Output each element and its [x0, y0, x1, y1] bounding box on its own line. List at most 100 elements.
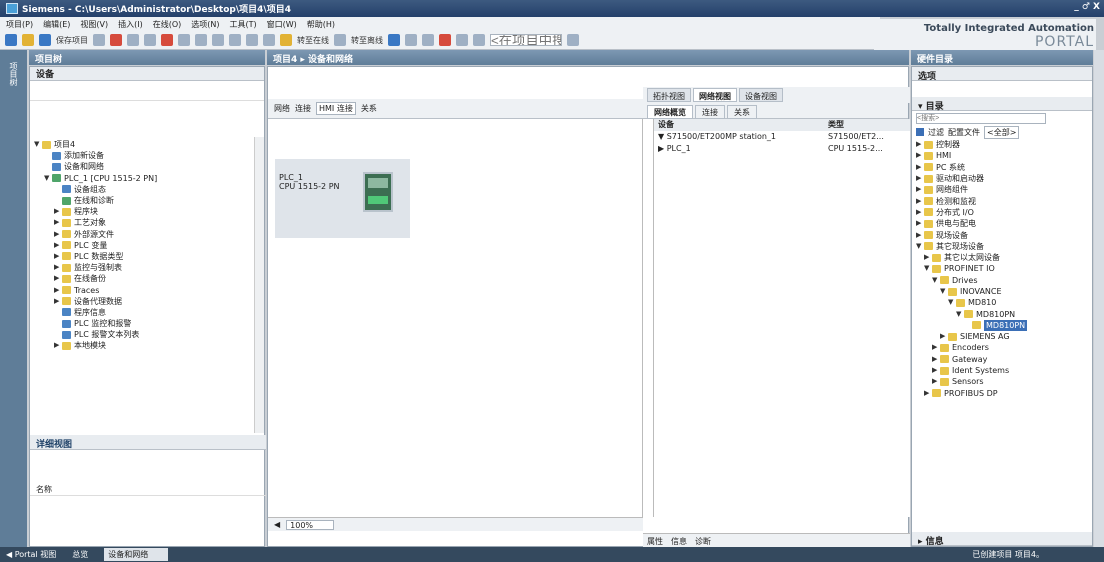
tree-item[interactable]: 设备组态: [30, 184, 254, 195]
catalog-item[interactable]: MD810PN: [912, 319, 1092, 331]
delete-icon[interactable]: [161, 34, 173, 46]
tree-item[interactable]: ▶ 在线备份: [30, 273, 254, 284]
menu-item[interactable]: 窗口(W): [267, 19, 297, 29]
upload-icon[interactable]: [246, 34, 258, 46]
expand-arrow-icon[interactable]: ▶: [916, 173, 924, 184]
expand-arrow-icon[interactable]: ▼: [956, 309, 964, 320]
copy-icon[interactable]: [127, 34, 139, 46]
catalog-item[interactable]: ▼ MD810PN: [912, 308, 1092, 319]
catalog-item[interactable]: ▼ PROFINET IO: [912, 263, 1092, 274]
expand-arrow-icon[interactable]: ▶: [916, 218, 924, 229]
undo-icon[interactable]: [178, 34, 190, 46]
catalog-item[interactable]: ▶ HMI: [912, 150, 1092, 161]
catalog-item[interactable]: ▶ 供电与配电: [912, 218, 1092, 229]
menu-item[interactable]: 在线(O): [153, 19, 182, 29]
expand-arrow-icon[interactable]: ▶: [54, 240, 62, 251]
expand-arrow-icon[interactable]: ▶: [924, 388, 932, 399]
save-icon[interactable]: [39, 34, 51, 46]
project-tree-side-tab[interactable]: 项目树: [0, 50, 27, 547]
expand-arrow-icon[interactable]: ▶: [932, 376, 940, 387]
right-side-tabs[interactable]: [1094, 50, 1104, 547]
catalog-item[interactable]: ▶ PC 系统: [912, 162, 1092, 173]
expand-arrow-icon[interactable]: ▶: [916, 139, 924, 150]
tree-scrollbar[interactable]: [254, 137, 264, 433]
connections-tool-button[interactable]: 连接: [295, 103, 311, 114]
tree-item[interactable]: ▶ PLC 数据类型: [30, 251, 254, 262]
catalog-item[interactable]: ▶ 现场设备: [912, 229, 1092, 240]
expand-arrow-icon[interactable]: ▼: [932, 275, 940, 286]
tree-item[interactable]: 在线和诊断: [30, 195, 254, 206]
accessible-devices-icon[interactable]: [388, 34, 400, 46]
detail-view-header[interactable]: 详细视图: [30, 435, 266, 450]
tree-item[interactable]: ▶ PLC 变量: [30, 240, 254, 251]
go-offline-button[interactable]: 转至离线: [351, 35, 383, 46]
menu-item[interactable]: 视图(V): [80, 19, 108, 29]
plc-device-box[interactable]: PLC_1 CPU 1515-2 PN: [275, 159, 410, 238]
cross-reference-icon[interactable]: [405, 34, 417, 46]
tree-item[interactable]: PLC 报警文本列表: [30, 329, 254, 340]
tree-item[interactable]: ▶ Traces: [30, 284, 254, 295]
project-search-input[interactable]: [490, 34, 562, 46]
expand-arrow-icon[interactable]: ▼: [940, 286, 948, 297]
inspector-tab[interactable]: 属性: [647, 536, 663, 547]
expand-arrow-icon[interactable]: ▶: [932, 342, 940, 353]
compile-icon[interactable]: [212, 34, 224, 46]
catalog-item[interactable]: ▼ MD810: [912, 297, 1092, 308]
menu-item[interactable]: 选项(N): [191, 19, 219, 29]
expand-arrow-icon[interactable]: ▶: [916, 207, 924, 218]
search-icon[interactable]: [567, 34, 579, 46]
overview-button[interactable]: 总览: [72, 549, 88, 560]
catalog-item[interactable]: ▶ 分布式 I/O: [912, 207, 1092, 218]
tree-item[interactable]: ▶ 监控与强制表: [30, 262, 254, 273]
expand-arrow-icon[interactable]: ▶: [54, 340, 62, 351]
catalog-item[interactable]: ▶ Gateway: [912, 354, 1092, 365]
catalog-search-input[interactable]: [916, 112, 1046, 124]
tree-item[interactable]: 添加新设备: [30, 150, 254, 161]
new-project-icon[interactable]: [5, 34, 17, 46]
expand-arrow-icon[interactable]: ▶: [54, 217, 62, 228]
tree-item[interactable]: 程序信息: [30, 307, 254, 318]
menu-item[interactable]: 工具(T): [229, 19, 256, 29]
tree-item[interactable]: ▶ 本地模块: [30, 340, 254, 351]
profile-select[interactable]: <全部>: [984, 125, 1020, 139]
network-canvas[interactable]: PLC_1 CPU 1515-2 PN: [268, 119, 643, 517]
catalog-item[interactable]: ▼ INOVANCE: [912, 286, 1092, 297]
expand-arrow-icon[interactable]: ▶: [924, 252, 932, 263]
expand-arrow-icon[interactable]: ▼: [34, 139, 42, 150]
catalog-item[interactable]: ▶ PROFIBUS DP: [912, 388, 1092, 399]
expand-arrow-icon[interactable]: ▶: [54, 296, 62, 307]
go-offline-icon[interactable]: [334, 34, 346, 46]
paste-icon[interactable]: [144, 34, 156, 46]
tree-item[interactable]: ▶ 设备代理数据: [30, 296, 254, 307]
expand-arrow-icon[interactable]: ▶: [940, 331, 948, 342]
expand-arrow-icon[interactable]: ▶: [916, 184, 924, 195]
catalog-item[interactable]: ▶ 网络组件: [912, 184, 1092, 195]
view-tab[interactable]: 拓扑视图: [647, 88, 691, 102]
expand-arrow-icon[interactable]: ▶: [916, 196, 924, 207]
expand-arrow-icon[interactable]: ▼: [924, 263, 932, 274]
relations-tool-button[interactable]: 关系: [361, 103, 377, 114]
split-vertical-icon[interactable]: [473, 34, 485, 46]
tree-item[interactable]: ▶ 外部源文件: [30, 229, 254, 240]
expand-arrow-icon[interactable]: ▶: [54, 273, 62, 284]
inspector-tab[interactable]: 信息: [671, 536, 687, 547]
catalog-item[interactable]: ▶ Ident Systems: [912, 365, 1092, 376]
expand-arrow-icon[interactable]: ▼: [44, 173, 52, 184]
print-icon[interactable]: [93, 34, 105, 46]
expand-arrow-icon[interactable]: ▼: [916, 241, 924, 252]
catalog-item[interactable]: ▶ SIEMENS AG: [912, 331, 1092, 342]
catalog-item[interactable]: ▼ 其它现场设备: [912, 241, 1092, 252]
view-tab[interactable]: 设备视图: [739, 88, 783, 102]
simulation-icon[interactable]: [263, 34, 275, 46]
expand-arrow-icon[interactable]: ▶: [54, 206, 62, 217]
inspector-tab[interactable]: 诊断: [695, 536, 711, 547]
catalog-item[interactable]: ▶ 检测和监视: [912, 195, 1092, 206]
menu-item[interactable]: 帮助(H): [307, 19, 335, 29]
tree-item[interactable]: ▶ 程序块: [30, 206, 254, 217]
catalog-item[interactable]: ▶ 控制器: [912, 139, 1092, 150]
go-online-button[interactable]: 转至在线: [297, 35, 329, 46]
close-editor-icon[interactable]: [439, 34, 451, 46]
save-project-button[interactable]: 保存项目: [56, 35, 88, 46]
zoom-select[interactable]: 100%: [286, 519, 335, 530]
expand-arrow-icon[interactable]: ▶: [54, 229, 62, 240]
